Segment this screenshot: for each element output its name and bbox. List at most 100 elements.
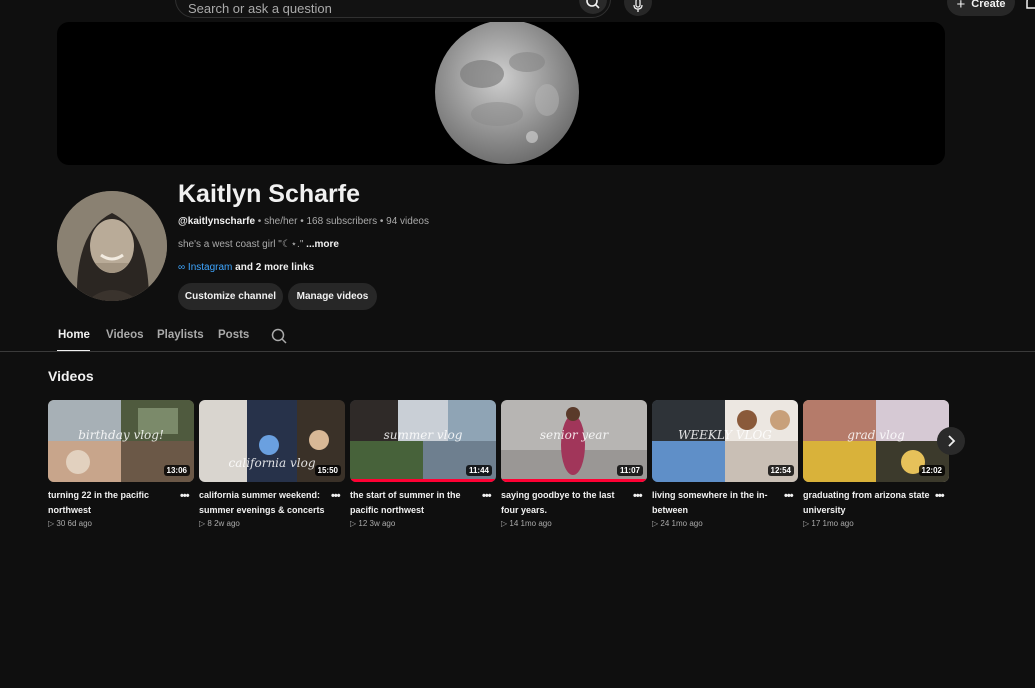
- description-text: she's a west coast girl "☾⋆.": [178, 239, 304, 250]
- video-duration: 11:44: [465, 465, 492, 476]
- search-box[interactable]: [175, 0, 611, 18]
- video-age: 1mo ago: [520, 519, 552, 528]
- video-thumbnail[interactable]: california vlog 15:50: [199, 400, 345, 482]
- video-meta: ▷ 17 1mo ago: [803, 519, 854, 528]
- video-card[interactable]: senior year 11:07 saying goodbye to the …: [501, 400, 647, 530]
- video-duration: 13:06: [163, 465, 190, 476]
- video-age: 1mo ago: [822, 519, 854, 528]
- views-icon: ▷: [652, 519, 659, 528]
- video-title[interactable]: living somewhere in the in-between: [652, 488, 782, 517]
- views-icon: ▷: [803, 519, 810, 528]
- more-link[interactable]: ...more: [306, 239, 339, 250]
- channel-description[interactable]: she's a west coast girl "☾⋆." ...more: [178, 239, 339, 250]
- channel-meta: @kaitlynscharfe • she/her • 168 subscrib…: [178, 216, 429, 227]
- channel-name: Kaitlyn Scharfe: [178, 180, 361, 208]
- video-card[interactable]: grad vlog 12:02 graduating from arizona …: [803, 400, 949, 530]
- video-title[interactable]: turning 22 in the pacific northwest: [48, 488, 178, 517]
- pronouns: she/her: [264, 216, 298, 227]
- more-options-icon[interactable]: •••: [180, 490, 190, 502]
- carousel-next-button[interactable]: [937, 427, 965, 455]
- more-links[interactable]: and 2 more links: [235, 262, 314, 273]
- video-duration: 12:02: [918, 465, 945, 476]
- view-count: 12: [358, 519, 368, 528]
- thumbnail-overlay-text: grad vlog: [847, 428, 905, 442]
- channel-search-icon[interactable]: [271, 328, 287, 344]
- customize-channel-button[interactable]: Customize channel: [178, 283, 283, 310]
- video-card[interactable]: birthday vlog! 13:06 turning 22 in the p…: [48, 400, 194, 530]
- video-age: 6d ago: [67, 519, 92, 528]
- view-count: 30: [56, 519, 66, 528]
- video-meta: ▷ 8 2w ago: [199, 519, 240, 528]
- channel-links: ∞ Instagram and 2 more links: [178, 262, 314, 273]
- views-icon: ▷: [48, 519, 55, 528]
- more-options-icon[interactable]: •••: [633, 490, 643, 502]
- video-age: 1mo ago: [671, 519, 703, 528]
- top-bar: + Create: [0, 0, 1035, 20]
- video-thumbnail[interactable]: WEEKLY VLOG 12:54: [652, 400, 798, 482]
- more-options-icon[interactable]: •••: [784, 490, 794, 502]
- chevron-right-icon: [948, 435, 956, 447]
- video-meta: ▷ 12 3w ago: [350, 519, 395, 528]
- video-meta: ▷ 24 1mo ago: [652, 519, 703, 528]
- more-options-icon[interactable]: •••: [935, 490, 945, 502]
- plus-icon: +: [956, 0, 966, 13]
- thumbnail-overlay-text: summer vlog: [383, 428, 463, 442]
- tabs-divider: [0, 351, 1035, 352]
- video-card[interactable]: WEEKLY VLOG 12:54 living somewhere in th…: [652, 400, 798, 530]
- view-count: 14: [509, 519, 519, 528]
- tab-posts[interactable]: Posts: [218, 329, 249, 341]
- views-icon: ▷: [350, 519, 357, 528]
- more-options-icon[interactable]: •••: [331, 490, 341, 502]
- instagram-link-label: Instagram: [187, 262, 233, 273]
- channel-handle: @kaitlynscharfe: [178, 216, 256, 227]
- video-duration: 11:07: [616, 465, 643, 476]
- video-title[interactable]: the start of summer in the pacific north…: [350, 488, 480, 517]
- video-thumbnail[interactable]: senior year 11:07: [501, 400, 647, 482]
- section-title: Videos: [48, 368, 94, 384]
- tab-videos[interactable]: Videos: [106, 329, 144, 341]
- search-input[interactable]: [188, 0, 568, 17]
- manage-videos-button[interactable]: Manage videos: [288, 283, 377, 310]
- video-meta: ▷ 30 6d ago: [48, 519, 92, 528]
- subscriber-count: 168 subscribers: [306, 216, 378, 227]
- views-icon: ▷: [199, 519, 206, 528]
- create-label: Create: [971, 0, 1006, 10]
- video-thumbnail[interactable]: summer vlog 11:44: [350, 400, 496, 482]
- video-duration: 12:54: [767, 465, 794, 476]
- video-count: 94 videos: [386, 216, 429, 227]
- watch-progress-bar: [350, 479, 496, 482]
- create-button[interactable]: + Create: [947, 0, 1015, 16]
- view-count: 24: [660, 519, 670, 528]
- video-age: 3w ago: [369, 519, 396, 528]
- video-thumbnail[interactable]: birthday vlog! 13:06: [48, 400, 194, 482]
- tab-playlists[interactable]: Playlists: [157, 329, 204, 341]
- microphone-icon: [633, 0, 643, 12]
- moon-image: [435, 22, 579, 164]
- channel-avatar[interactable]: [57, 191, 167, 301]
- avatar-photo: [57, 191, 167, 301]
- video-meta: ▷ 14 1mo ago: [501, 519, 552, 528]
- thumbnail-overlay-text: WEEKLY VLOG: [678, 428, 772, 442]
- video-card[interactable]: california vlog 15:50 california summer …: [199, 400, 345, 530]
- video-card[interactable]: summer vlog 11:44 the start of summer in…: [350, 400, 496, 530]
- view-count: 17: [811, 519, 821, 528]
- view-count: 8: [207, 519, 212, 528]
- views-icon: ▷: [501, 519, 508, 528]
- instagram-link[interactable]: ∞ Instagram: [178, 262, 235, 273]
- tab-home[interactable]: Home: [58, 329, 90, 341]
- video-title[interactable]: graduating from arizona state university: [803, 488, 933, 517]
- thumbnail-overlay-text: birthday vlog!: [78, 428, 164, 442]
- search-icon: [586, 0, 600, 9]
- video-thumbnail[interactable]: grad vlog 12:02: [803, 400, 949, 482]
- video-title[interactable]: california summer weekend: summer evenin…: [199, 488, 329, 517]
- watch-progress-bar: [501, 479, 647, 482]
- video-age: 2w ago: [214, 519, 240, 528]
- more-options-icon[interactable]: •••: [482, 490, 492, 502]
- channel-banner: [57, 22, 945, 165]
- video-title[interactable]: saying goodbye to the last four years.: [501, 488, 631, 517]
- video-duration: 15:50: [314, 465, 341, 476]
- voice-search-button[interactable]: [624, 0, 652, 16]
- link-icon: ∞: [178, 262, 186, 273]
- thumbnail-overlay-text: senior year: [539, 428, 609, 442]
- notifications-icon[interactable]: [1025, 0, 1035, 14]
